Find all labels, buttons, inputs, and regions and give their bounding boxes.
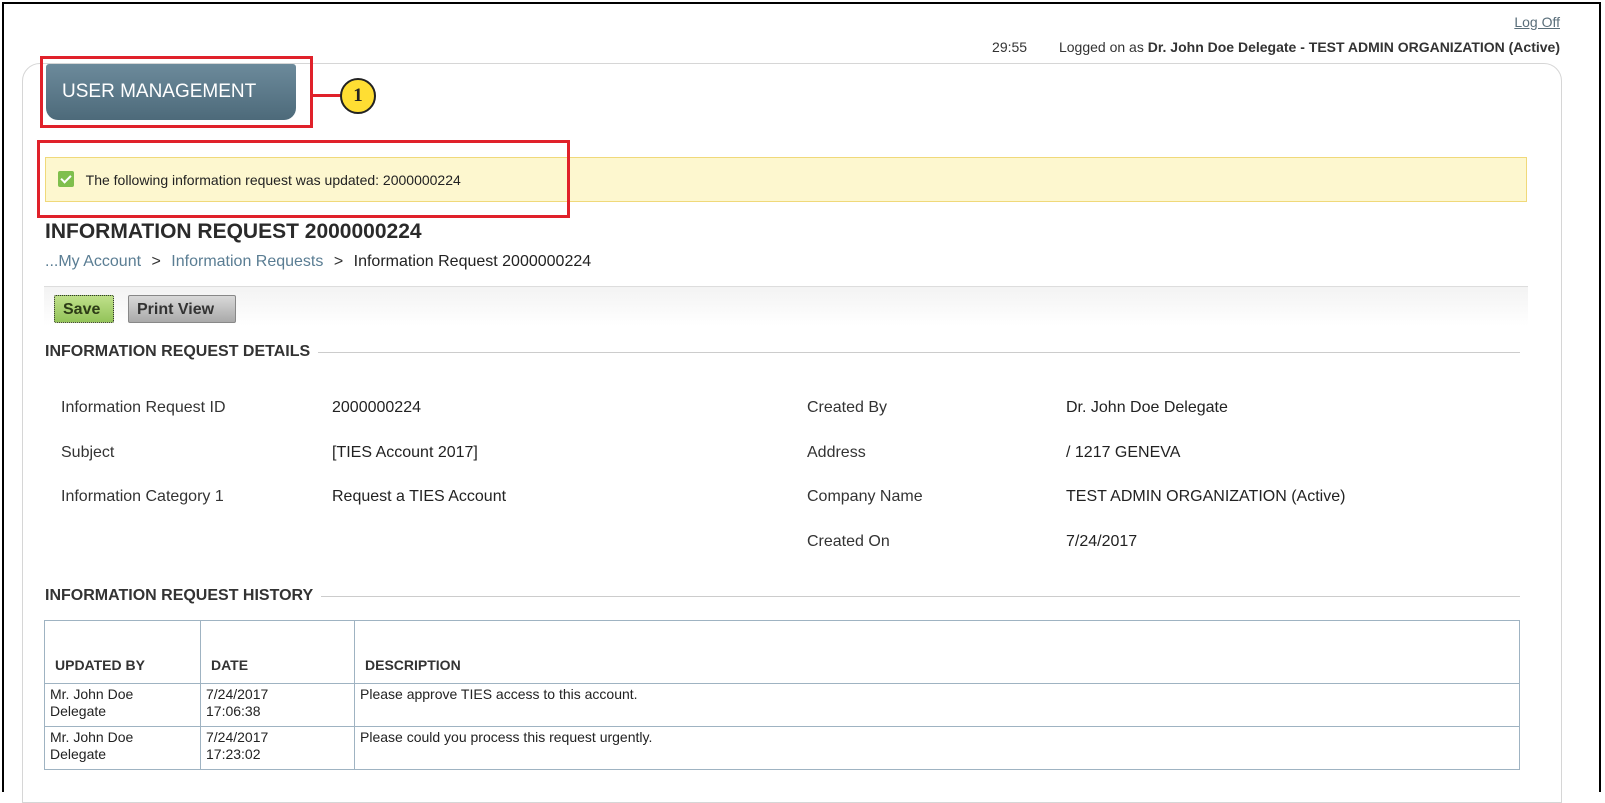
breadcrumb-separator: > [151,253,161,270]
toolbar: Save Print View [44,286,1528,326]
history-table: UPDATED BY DATE DESCRIPTION Mr. John Doe… [44,620,1520,770]
date-line: 7/24/2017 [206,686,269,702]
field-label: Created On [807,533,890,550]
time-line: 17:06:38 [206,703,261,719]
field-value: [TIES Account 2017] [332,444,478,461]
table-row: Mr. John Doe Delegate 7/24/2017 17:23:02… [44,726,1520,770]
field-label: Information Category 1 [61,488,224,505]
updated-by-line: Delegate [50,703,107,719]
history-section-label: INFORMATION REQUEST HISTORY [45,587,314,604]
field-value: Dr. John Doe Delegate [1066,399,1228,416]
time-line: 17:23:02 [206,746,261,762]
callout-number-badge: 1 [340,78,376,114]
history-section-title: INFORMATION REQUEST HISTORY [45,587,1520,605]
table-row: Mr. John Doe Delegate 7/24/2017 17:06:38… [44,683,1520,727]
field-label: Company Name [807,488,923,505]
column-header-description: DESCRIPTION [354,620,1520,684]
session-bar: 29:55 Logged on as Dr. John Doe Delegate… [992,39,1560,55]
log-off-link[interactable]: Log Off [1514,14,1560,30]
field-value: 2000000224 [332,399,421,416]
column-header-updated-by: UPDATED BY [44,620,201,684]
table-header-row: UPDATED BY DATE DESCRIPTION [44,620,1520,684]
field-value: 7/24/2017 [1066,533,1138,550]
field-label: Address [807,444,866,461]
logged-on-label: Logged on as [1058,39,1144,55]
callout-connector [313,94,341,97]
logged-on-user: Dr. John Doe Delegate - TEST ADMIN ORGAN… [1147,39,1560,55]
field-value: Request a TIES Account [332,488,507,505]
breadcrumb-current: Information Request 2000000224 [353,253,592,270]
details-section-label: INFORMATION REQUEST DETAILS [45,343,311,360]
section-divider [321,595,1520,597]
date-line: 7/24/2017 [206,729,269,745]
print-view-button[interactable]: Print View [128,295,236,323]
updated-by-line: Mr. John Doe [50,686,134,702]
field-label: Subject [61,444,115,461]
cell-description: Please approve TIES access to this accou… [354,683,1520,727]
session-timer: 29:55 [992,39,1028,55]
updated-by-line: Delegate [50,746,107,762]
breadcrumb-separator: > [333,253,344,270]
cell-date: 7/24/2017 17:23:02 [200,726,355,770]
updated-by-line: Mr. John Doe [50,729,134,745]
field-label: Created By [807,399,888,416]
page-title: INFORMATION REQUEST 2000000224 [45,220,422,243]
breadcrumb: ...My Account > Information Requests > I… [45,253,591,271]
breadcrumb-my-account[interactable]: ...My Account [45,253,141,270]
notice-highlight-box [37,140,570,218]
cell-description: Please could you process this request ur… [354,726,1520,770]
cell-updated-by: Mr. John Doe Delegate [44,683,201,727]
field-value: / 1217 GENEVA [1066,444,1181,461]
breadcrumb-information-requests[interactable]: Information Requests [171,253,323,270]
cell-updated-by: Mr. John Doe Delegate [44,726,201,770]
field-label: Information Request ID [61,399,226,416]
details-section-title: INFORMATION REQUEST DETAILS [45,343,1520,361]
cell-date: 7/24/2017 17:06:38 [200,683,355,727]
field-value: TEST ADMIN ORGANIZATION (Active) [1066,488,1346,505]
callout-highlight-box [40,56,313,128]
save-button[interactable]: Save [54,295,114,323]
section-divider [318,351,1520,353]
column-header-date: DATE [200,620,355,684]
